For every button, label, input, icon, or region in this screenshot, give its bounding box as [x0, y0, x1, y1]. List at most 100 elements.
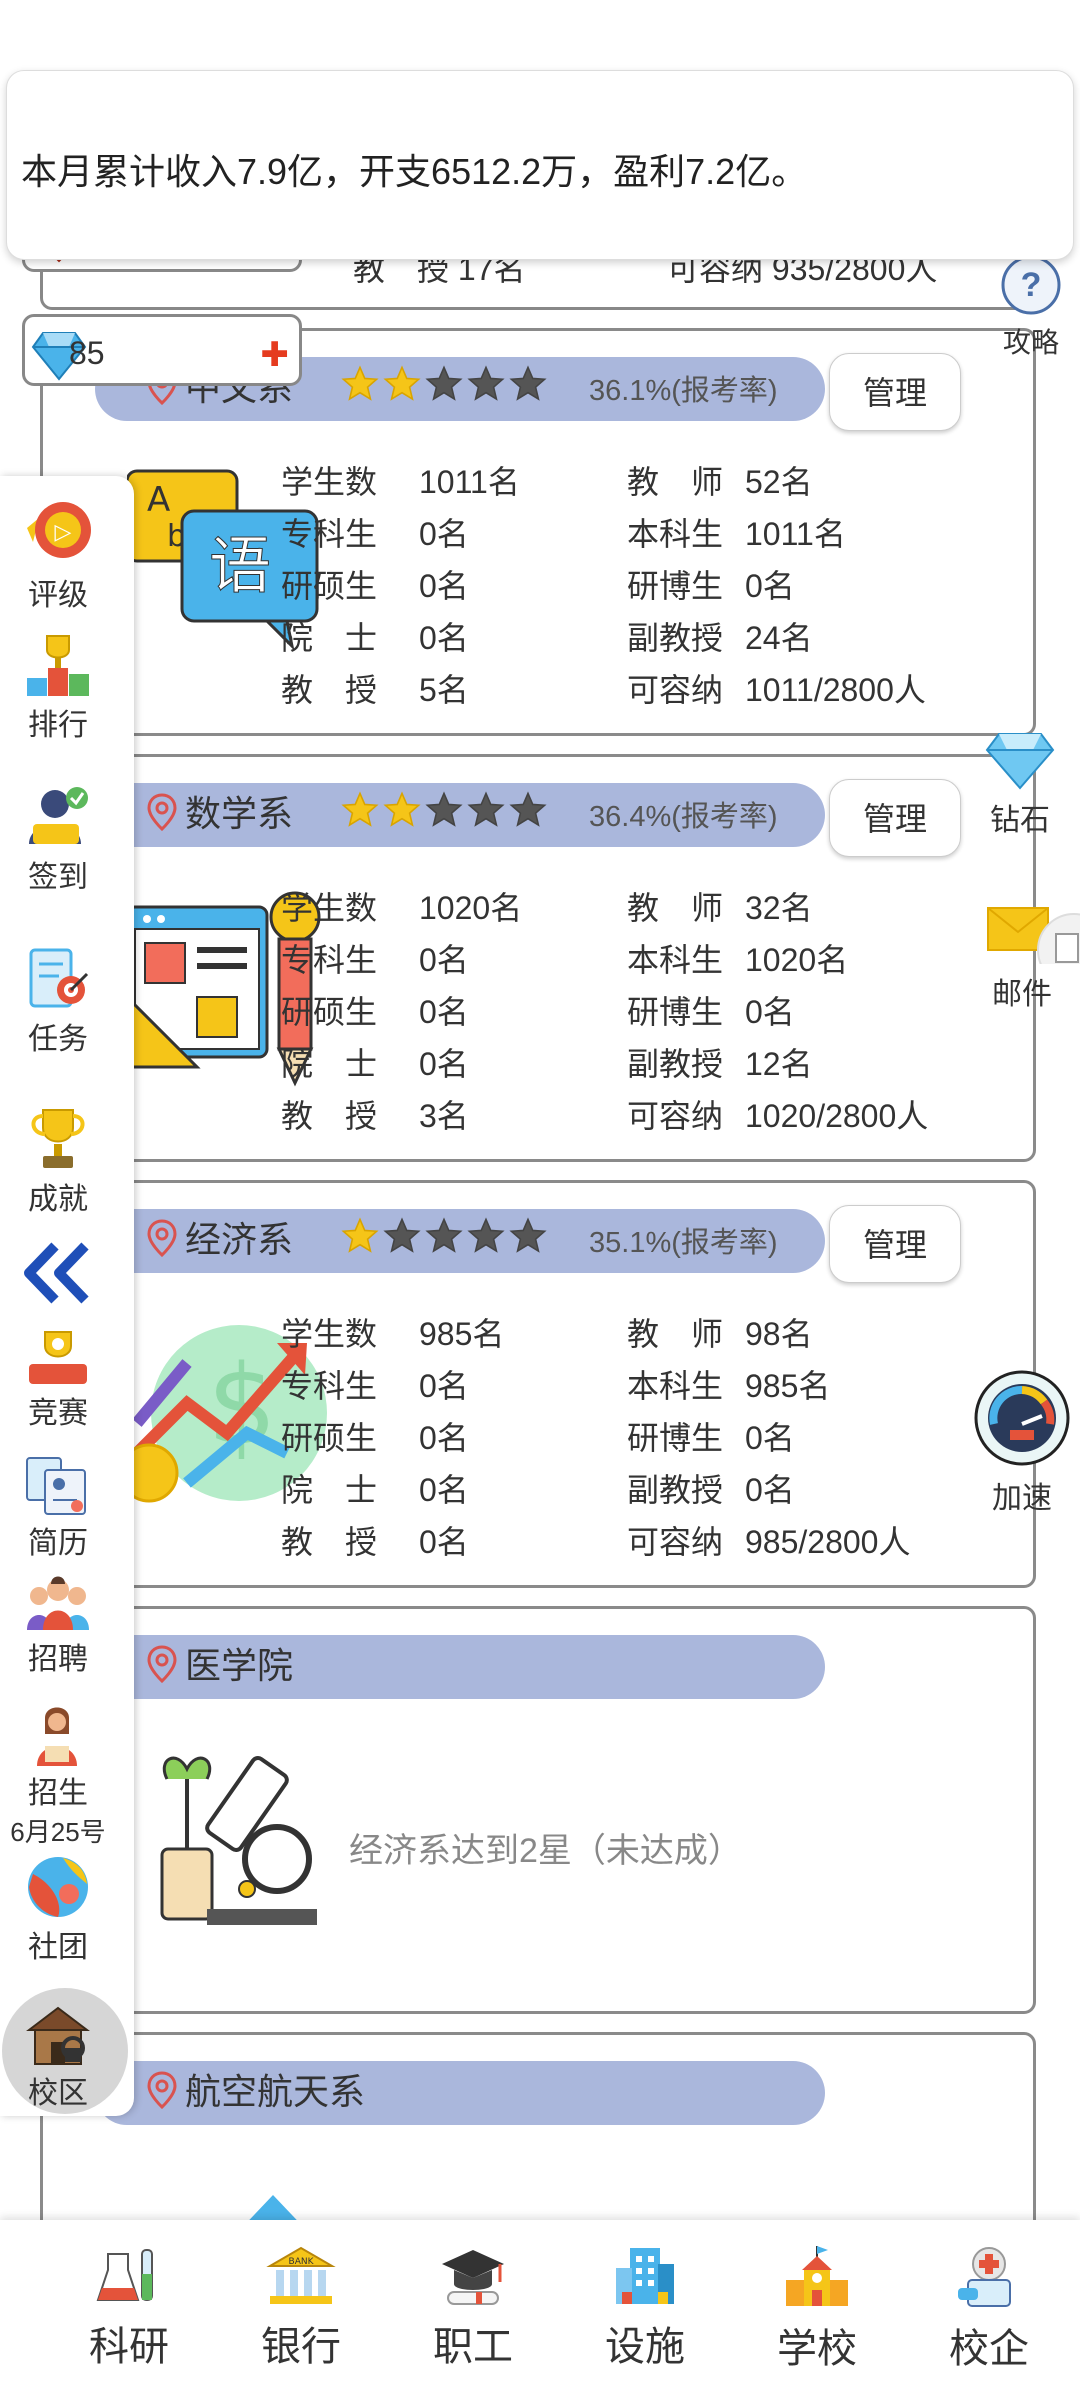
nav-bank[interactable]: BANK 银行	[226, 2244, 376, 2372]
stat-label: 研硕生	[281, 568, 378, 604]
speedometer-icon	[974, 1370, 1070, 1466]
stat-label: 专科生	[281, 942, 378, 978]
stat-label: 学生数	[281, 464, 378, 500]
stat-value: 1011名	[419, 464, 520, 500]
speedup-label: 加速	[992, 1482, 1052, 1515]
star-rating	[341, 365, 547, 403]
manage-button[interactable]: 管理	[829, 1205, 961, 1283]
stat-value: 0名	[419, 1472, 469, 1508]
diamond-resource-pill[interactable]: 85 ✚	[22, 314, 302, 386]
menu-tasks[interactable]: 任务	[0, 946, 116, 1058]
stat-label: 本科生	[627, 1368, 724, 1404]
menu-club[interactable]: 社团	[0, 1854, 116, 1966]
double-chevron-left-icon	[24, 1242, 89, 1304]
menu-resume[interactable]: 简历	[0, 1454, 116, 1562]
nav-staff[interactable]: 职工	[398, 2244, 548, 2372]
stat-label: 专科生	[281, 516, 378, 552]
star-empty-icon	[509, 791, 547, 827]
manage-button[interactable]: 管理	[829, 779, 961, 857]
stat-value: 0名	[419, 994, 469, 1030]
stat-value: 1020/2800人	[745, 1098, 929, 1134]
star-empty-icon	[467, 791, 505, 827]
stat-value: 0名	[745, 1472, 795, 1508]
bank-icon: BANK	[266, 2246, 336, 2304]
star-filled-icon	[383, 365, 421, 401]
nav-enterprise[interactable]: 校企	[914, 2244, 1064, 2374]
menu-campus[interactable]: 校区	[0, 2002, 116, 2112]
mail-button[interactable]: 邮件	[984, 904, 1080, 1013]
nav-school-label: 学校	[777, 2327, 857, 2371]
department-name: 经济系	[185, 1219, 294, 1260]
application-rate: 35.1%(报考率)	[589, 1227, 778, 1259]
star-empty-icon	[425, 365, 463, 401]
stat-value: 0名	[745, 994, 795, 1030]
guide-button[interactable]: ? 攻略	[1000, 254, 1062, 361]
stat-label: 研博生	[627, 568, 724, 604]
nav-facilities[interactable]: 设施	[570, 2244, 720, 2372]
menu-resume-label: 简历	[28, 1527, 88, 1560]
menu-ranking-label: 排行	[28, 709, 88, 742]
mail-label: 邮件	[992, 978, 1052, 1011]
add-diamond-icon[interactable]: ✚	[261, 335, 290, 375]
stat-label: 学生数	[281, 890, 378, 926]
stat-label: 副教授	[627, 620, 724, 656]
stat-value: 98名	[745, 1316, 813, 1352]
nav-research-label: 科研	[89, 2325, 169, 2369]
stat-value: 0名	[745, 1420, 795, 1456]
diamond-shop-button[interactable]: 钻石	[984, 730, 1056, 839]
stat-value: 52名	[745, 464, 813, 500]
nav-school[interactable]: 学校	[742, 2244, 892, 2374]
guide-label: 攻略	[1002, 327, 1059, 358]
stat-label: 可容纳	[627, 1524, 724, 1560]
mail-envelope-icon	[987, 907, 1080, 987]
stat-label: 研硕生	[281, 994, 378, 1030]
income-notification[interactable]: 本月累计收入7.9亿，开支6512.2万，盈利7.2亿。	[6, 70, 1074, 260]
star-filled-icon	[341, 1217, 379, 1253]
star-rating	[341, 1217, 547, 1255]
stat-label: 教 授	[281, 1098, 378, 1134]
menu-club-label: 社团	[28, 1931, 88, 1964]
stat-label: 院 士	[281, 1472, 378, 1508]
manage-button[interactable]: 管理	[829, 353, 961, 431]
stat-label: 本科生	[627, 516, 724, 552]
stat-value: 5名	[419, 672, 469, 708]
club-icon	[28, 1857, 88, 1917]
menu-achievements[interactable]: 成就	[0, 1106, 116, 1218]
campus-icon	[26, 2006, 90, 2065]
stat-label: 副教授	[627, 1046, 724, 1082]
menu-rating[interactable]: ▷ 评级	[0, 498, 116, 614]
location-pin-icon	[147, 793, 177, 836]
stat-value: 24名	[745, 620, 813, 656]
nav-research[interactable]: 科研	[54, 2244, 204, 2372]
stat-label: 院 士	[281, 620, 378, 656]
diamond-icon	[985, 733, 1055, 790]
menu-ranking[interactable]: 排行	[0, 632, 116, 744]
application-rate: 36.4%(报考率)	[589, 801, 778, 833]
stat-label: 院 士	[281, 1046, 378, 1082]
department-name: 医学院	[185, 1645, 294, 1686]
checkin-icon	[29, 787, 88, 844]
nav-staff-label: 职工	[433, 2325, 513, 2369]
research-flask-icon	[96, 2249, 153, 2301]
menu-recruit[interactable]: 招聘	[0, 1574, 116, 1678]
stat-label: 教 授	[281, 672, 378, 708]
collapse-menu-button[interactable]	[0, 1240, 116, 1306]
recruit-icon	[27, 1576, 89, 1630]
stat-label: 研博生	[627, 1420, 724, 1456]
menu-checkin-label: 签到	[28, 861, 88, 894]
location-pin-icon	[147, 1219, 177, 1262]
menu-enrollment[interactable]: 招生 6月25号	[0, 1704, 116, 1849]
stat-value: 1020名	[745, 942, 849, 978]
menu-checkin[interactable]: 签到	[0, 784, 116, 896]
menu-competition[interactable]: 竞赛	[0, 1328, 116, 1432]
bottom-navigation: 科研 BANK 银行 职工 设施 学校 校企	[0, 2220, 1080, 2400]
stat-value: 3名	[419, 1098, 469, 1134]
stat-value: 0名	[419, 1420, 469, 1456]
star-filled-icon	[383, 791, 421, 827]
application-rate: 36.1%(报考率)	[589, 375, 778, 407]
trophy-podium-icon	[27, 635, 89, 696]
stat-value: 1011名	[745, 516, 846, 552]
speedup-button[interactable]: 加速	[972, 1368, 1072, 1517]
stat-value: 0名	[419, 1046, 469, 1082]
department-name: 数学系	[185, 793, 294, 834]
